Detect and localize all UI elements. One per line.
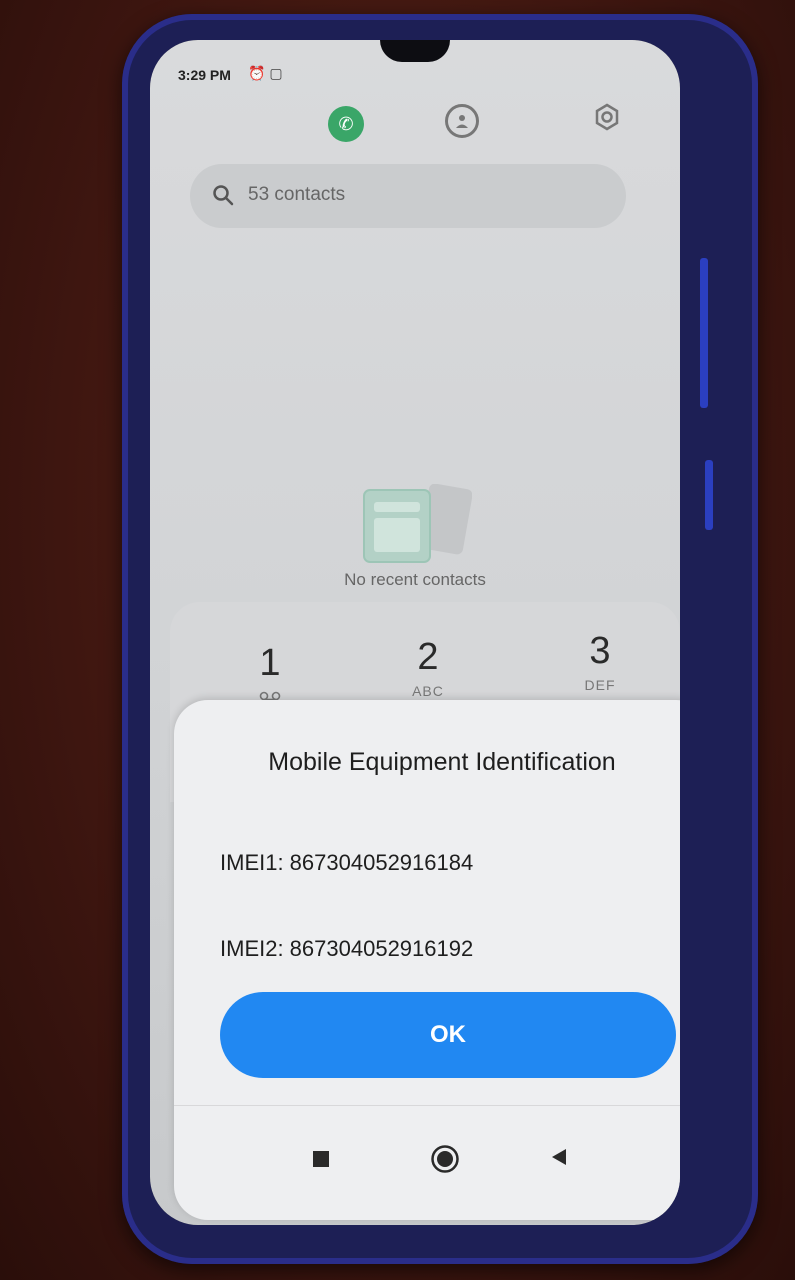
status-time: 3:29 PM	[178, 67, 231, 83]
dial-key-digit: 1	[259, 642, 281, 684]
power-button	[705, 460, 713, 530]
volume-button	[700, 258, 708, 408]
notification-icon: ▢	[269, 65, 283, 81]
home-icon[interactable]	[428, 1142, 462, 1176]
empty-contacts-icon	[363, 484, 472, 563]
empty-state-text: No recent contacts	[344, 570, 486, 589]
search-icon	[213, 185, 234, 206]
recents-icon[interactable]	[306, 1144, 336, 1174]
dial-key-digit: 3	[589, 630, 611, 672]
dial-key-1[interactable]: 1	[210, 642, 330, 705]
phone-screen: 3:29 PM ⏰ ▢ ✆ 53 contacts No recent cont…	[150, 40, 680, 1225]
imei2-text: IMEI2: 867304052916192	[220, 936, 474, 961]
dial-key-3[interactable]: 3 DEF	[540, 630, 660, 693]
camera-notch	[380, 40, 450, 62]
dial-key-letters: ABC	[412, 683, 444, 699]
dialog-title: Mobile Equipment Identification	[268, 748, 616, 776]
search-input[interactable]: 53 contacts	[248, 184, 345, 206]
status-icons: ⏰ ▢	[248, 65, 283, 82]
alarm-icon: ⏰	[248, 65, 266, 81]
dial-key-digit: 2	[417, 636, 439, 678]
imei1-text: IMEI1: 867304052916184	[220, 850, 474, 875]
back-icon[interactable]	[544, 1142, 574, 1172]
search-bar[interactable]: 53 contacts	[190, 164, 626, 228]
dial-key-letters: DEF	[584, 677, 616, 693]
ok-button[interactable]: OK	[220, 992, 676, 1078]
navigation-bar	[174, 1105, 680, 1221]
contacts-icon[interactable]	[445, 104, 479, 138]
imei-dialog: Mobile Equipment Identification IMEI1: 8…	[174, 700, 680, 1220]
settings-icon[interactable]	[590, 100, 624, 134]
dial-key-2[interactable]: 2 ABC	[368, 636, 488, 699]
phone-icon[interactable]: ✆	[328, 106, 364, 142]
